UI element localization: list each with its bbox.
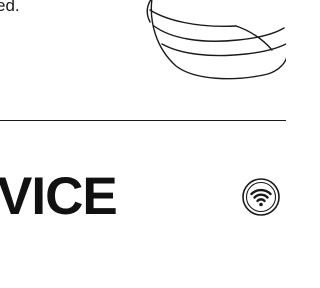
wifi-icon: [242, 178, 280, 216]
section-heading: VICE: [0, 167, 118, 226]
manual-page: ed. VICE: [0, 0, 286, 288]
face-mask-illustration-icon: [146, 0, 286, 80]
section-divider: [0, 120, 286, 121]
